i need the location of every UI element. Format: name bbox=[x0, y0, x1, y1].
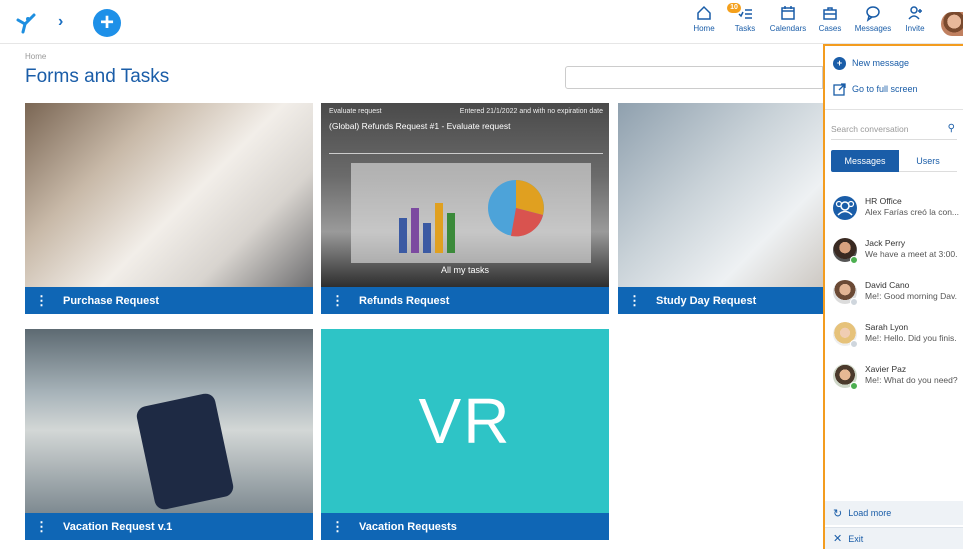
card-image: VR bbox=[321, 329, 609, 513]
tab-messages[interactable]: Messages bbox=[831, 150, 899, 172]
card-label: Vacation Requests bbox=[359, 520, 457, 533]
tasks-badge: 10 bbox=[727, 3, 741, 13]
card-label: Purchase Request bbox=[63, 294, 159, 307]
card-image: Evaluate request Entered 21/1/2022 and w… bbox=[321, 103, 609, 287]
online-status-icon bbox=[850, 256, 858, 264]
more-options-icon[interactable]: ⋮ bbox=[35, 520, 49, 533]
more-options-icon[interactable]: ⋮ bbox=[331, 520, 345, 533]
search-conversation-placeholder: Search conversation bbox=[831, 124, 909, 134]
card-label: Refunds Request bbox=[359, 294, 450, 307]
nav-calendars-label: Calendars bbox=[769, 24, 807, 33]
expand-menu-chevron-icon[interactable]: › bbox=[58, 13, 63, 31]
nav-home[interactable]: Home bbox=[684, 4, 724, 33]
page-title: Forms and Tasks bbox=[25, 66, 170, 87]
conversation-preview: Me!: Good morning Dav. bbox=[865, 291, 957, 301]
conversation-name: David Cano bbox=[865, 280, 910, 290]
external-link-icon bbox=[833, 82, 846, 96]
conversation-name: Xavier Paz bbox=[865, 364, 907, 374]
card-initials: VR bbox=[418, 385, 512, 457]
card-label: Vacation Request v.1 bbox=[63, 520, 173, 533]
user-avatar[interactable] bbox=[941, 12, 963, 36]
load-more-button[interactable]: ↻ Load more bbox=[825, 501, 963, 525]
app-logo-icon[interactable] bbox=[14, 10, 38, 34]
nav-cases-label: Cases bbox=[818, 24, 842, 33]
briefcase-icon bbox=[823, 7, 837, 20]
task-date: Entered 21/1/2022 and with no expiration… bbox=[459, 108, 603, 115]
conversation-name: Jack Perry bbox=[865, 238, 906, 248]
conversation-preview: We have a meet at 3:00. bbox=[865, 249, 958, 259]
conversation-name: Sarah Lyon bbox=[865, 322, 909, 332]
offline-status-icon bbox=[850, 298, 858, 306]
more-options-icon[interactable]: ⋮ bbox=[628, 294, 642, 307]
offline-status-icon bbox=[850, 340, 858, 348]
more-options-icon[interactable]: ⋮ bbox=[331, 294, 345, 307]
conversation-item[interactable]: Sarah Lyon Me!: Hello. Did you finis. bbox=[833, 320, 963, 354]
nav-tasks[interactable]: 10 Tasks bbox=[725, 3, 765, 33]
group-avatar-icon bbox=[833, 196, 857, 220]
breadcrumb[interactable]: Home bbox=[25, 52, 46, 61]
exit-label: Exit bbox=[848, 533, 864, 544]
card-image bbox=[25, 103, 313, 287]
refresh-icon: ↻ bbox=[833, 507, 843, 520]
home-icon bbox=[697, 5, 711, 20]
all-my-tasks-link[interactable]: All my tasks bbox=[321, 265, 609, 275]
conversation-preview: Alex Farías creó la con... bbox=[865, 207, 960, 217]
conversation-item[interactable]: Jack Perry We have a meet at 3:00. bbox=[833, 236, 963, 270]
conversation-preview: Me!: Hello. Did you finis. bbox=[865, 333, 957, 343]
divider bbox=[329, 153, 603, 154]
card-bar: ⋮ Refunds Request bbox=[321, 287, 609, 314]
card-vacation-request-v1[interactable]: ⋮ Vacation Request v.1 bbox=[25, 329, 313, 540]
full-screen-button[interactable]: Go to full screen bbox=[825, 76, 963, 102]
nav-calendars[interactable]: Calendars bbox=[768, 4, 808, 33]
laptop-chart-illustration bbox=[351, 163, 591, 263]
new-message-icon: + bbox=[833, 56, 846, 70]
messages-panel: + New message Go to full screen Search c… bbox=[823, 44, 963, 549]
add-button[interactable]: + bbox=[93, 9, 121, 37]
nav-messages-label: Messages bbox=[854, 24, 892, 33]
panel-tabs: Messages Users bbox=[831, 150, 957, 172]
task-kind: Evaluate request bbox=[329, 108, 382, 115]
conversation-item[interactable]: David Cano Me!: Good morning Dav. bbox=[833, 278, 963, 312]
calendar-icon bbox=[781, 6, 795, 20]
tab-users[interactable]: Users bbox=[899, 150, 957, 172]
nav-cases[interactable]: Cases bbox=[810, 4, 850, 33]
more-options-icon[interactable]: ⋮ bbox=[35, 294, 49, 307]
nav-invite-label: Invite bbox=[905, 24, 925, 33]
conversation-item[interactable]: HR Office Alex Farías creó la con... bbox=[833, 194, 963, 228]
exit-button[interactable]: ✕ Exit bbox=[825, 527, 963, 549]
top-bar: › + Home 10 Tasks Calendars Cases Messag… bbox=[0, 0, 963, 44]
card-bar: ⋮ Vacation Request v.1 bbox=[25, 513, 313, 540]
task-title[interactable]: (Global) Refunds Request #1 - Evaluate r… bbox=[329, 121, 510, 131]
conversation-preview: Me!: What do you need? bbox=[865, 375, 958, 385]
search-icon[interactable]: ⚲ bbox=[948, 118, 955, 140]
card-bar: ⋮ Vacation Requests bbox=[321, 513, 609, 540]
card-vacation-requests[interactable]: VR ⋮ Vacation Requests bbox=[321, 329, 609, 540]
nav-invite[interactable]: Invite bbox=[895, 4, 935, 33]
search-conversation-input[interactable]: Search conversation ⚲ bbox=[831, 118, 957, 140]
new-message-button[interactable]: + New message bbox=[825, 50, 963, 76]
chat-icon bbox=[866, 6, 880, 22]
search-input[interactable] bbox=[565, 66, 823, 89]
card-bar: ⋮ Purchase Request bbox=[25, 287, 313, 314]
new-message-label: New message bbox=[852, 58, 910, 68]
close-icon: ✕ bbox=[833, 533, 843, 545]
online-status-icon bbox=[850, 382, 858, 390]
load-more-label: Load more bbox=[848, 508, 892, 518]
card-label: Study Day Request bbox=[656, 294, 757, 307]
nav-home-label: Home bbox=[693, 24, 715, 33]
card-image bbox=[25, 329, 313, 513]
panel-header: + New message Go to full screen bbox=[825, 50, 963, 110]
conversation-item[interactable]: Xavier Paz Me!: What do you need? bbox=[833, 362, 963, 396]
conversation-name: HR Office bbox=[865, 196, 902, 206]
suitcase-illustration bbox=[134, 391, 236, 512]
full-screen-label: Go to full screen bbox=[852, 84, 918, 94]
invite-user-icon bbox=[908, 6, 922, 20]
nav-messages[interactable]: Messages bbox=[853, 4, 893, 33]
card-refunds-request[interactable]: Evaluate request Entered 21/1/2022 and w… bbox=[321, 103, 609, 314]
card-purchase-request[interactable]: ⋮ Purchase Request bbox=[25, 103, 313, 314]
nav-tasks-label: Tasks bbox=[734, 24, 756, 33]
